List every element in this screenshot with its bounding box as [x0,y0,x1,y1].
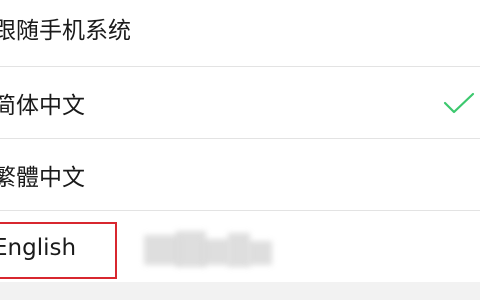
blurred-watermark [140,229,276,271]
highlight-annotation-box [0,222,117,279]
checkmark-icon [443,92,475,113]
language-option-label: 繁體中文 [0,164,85,191]
language-option-label: 跟随手机系统 [0,18,131,44]
language-option-traditional-chinese[interactable]: 繁體中文 [0,139,480,210]
language-option-label: 简体中文 [0,92,85,119]
footer-area [0,282,480,300]
language-option-follow-system[interactable]: 跟随手机系统 [0,0,480,71]
language-option-simplified-chinese[interactable]: 简体中文 [0,67,480,138]
